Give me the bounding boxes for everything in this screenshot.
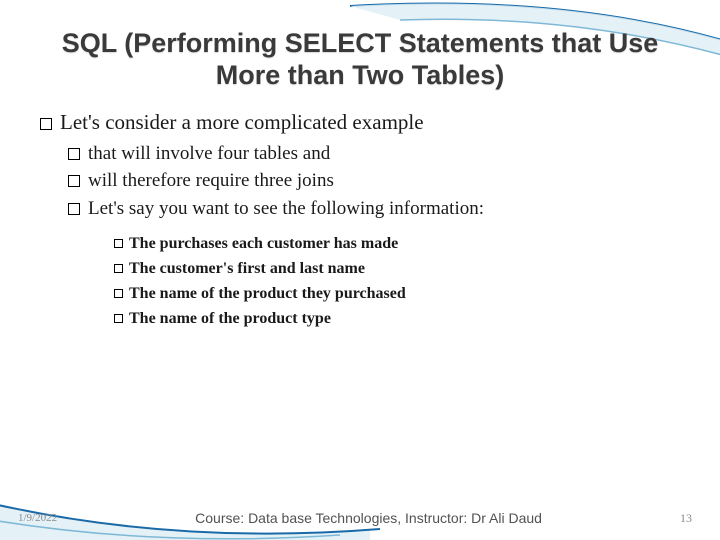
bullet-level3: The customer's first and last name bbox=[114, 257, 680, 280]
bullet-text: that will involve four tables and bbox=[88, 143, 330, 164]
footer-course: Course: Data base Technologies, Instruct… bbox=[57, 510, 680, 526]
bullet-text: The name of the product they purchased bbox=[129, 285, 406, 302]
bullet-level2: will therefore require three joins bbox=[68, 168, 680, 194]
square-bullet-icon bbox=[114, 239, 123, 248]
bullet-level3: The name of the product type bbox=[114, 307, 680, 330]
bullet-text: Let's consider a more complicated exampl… bbox=[60, 110, 424, 134]
slide-title: SQL (Performing SELECT Statements that U… bbox=[40, 28, 680, 92]
square-bullet-icon bbox=[68, 203, 80, 215]
bullet-text: Let's say you want to see the following … bbox=[88, 198, 484, 219]
footer-page-number: 13 bbox=[680, 511, 692, 526]
bullet-list: Let's consider a more complicated exampl… bbox=[40, 110, 680, 331]
square-bullet-icon bbox=[40, 118, 52, 130]
bullet-level2: that will involve four tables and bbox=[68, 141, 680, 167]
bullet-text: The customer's first and last name bbox=[129, 260, 365, 277]
square-bullet-icon bbox=[68, 148, 80, 160]
footer-date: 1/9/2022 bbox=[18, 512, 57, 524]
bullet-level3: The name of the product they purchased bbox=[114, 282, 680, 305]
bullet-level3: The purchases each customer has made bbox=[114, 232, 680, 255]
square-bullet-icon bbox=[114, 314, 123, 323]
bullet-text: The name of the product type bbox=[129, 310, 331, 327]
bullet-level1: Let's consider a more complicated exampl… bbox=[40, 110, 680, 135]
bullet-text: The purchases each customer has made bbox=[129, 235, 398, 252]
square-bullet-icon bbox=[68, 175, 80, 187]
square-bullet-icon bbox=[114, 289, 123, 298]
bullet-level2: Let's say you want to see the following … bbox=[68, 196, 680, 222]
bullet-text: will therefore require three joins bbox=[88, 170, 334, 191]
slide-content: SQL (Performing SELECT Statements that U… bbox=[0, 0, 720, 330]
slide-footer: 1/9/2022 Course: Data base Technologies,… bbox=[0, 510, 720, 526]
square-bullet-icon bbox=[114, 264, 123, 273]
